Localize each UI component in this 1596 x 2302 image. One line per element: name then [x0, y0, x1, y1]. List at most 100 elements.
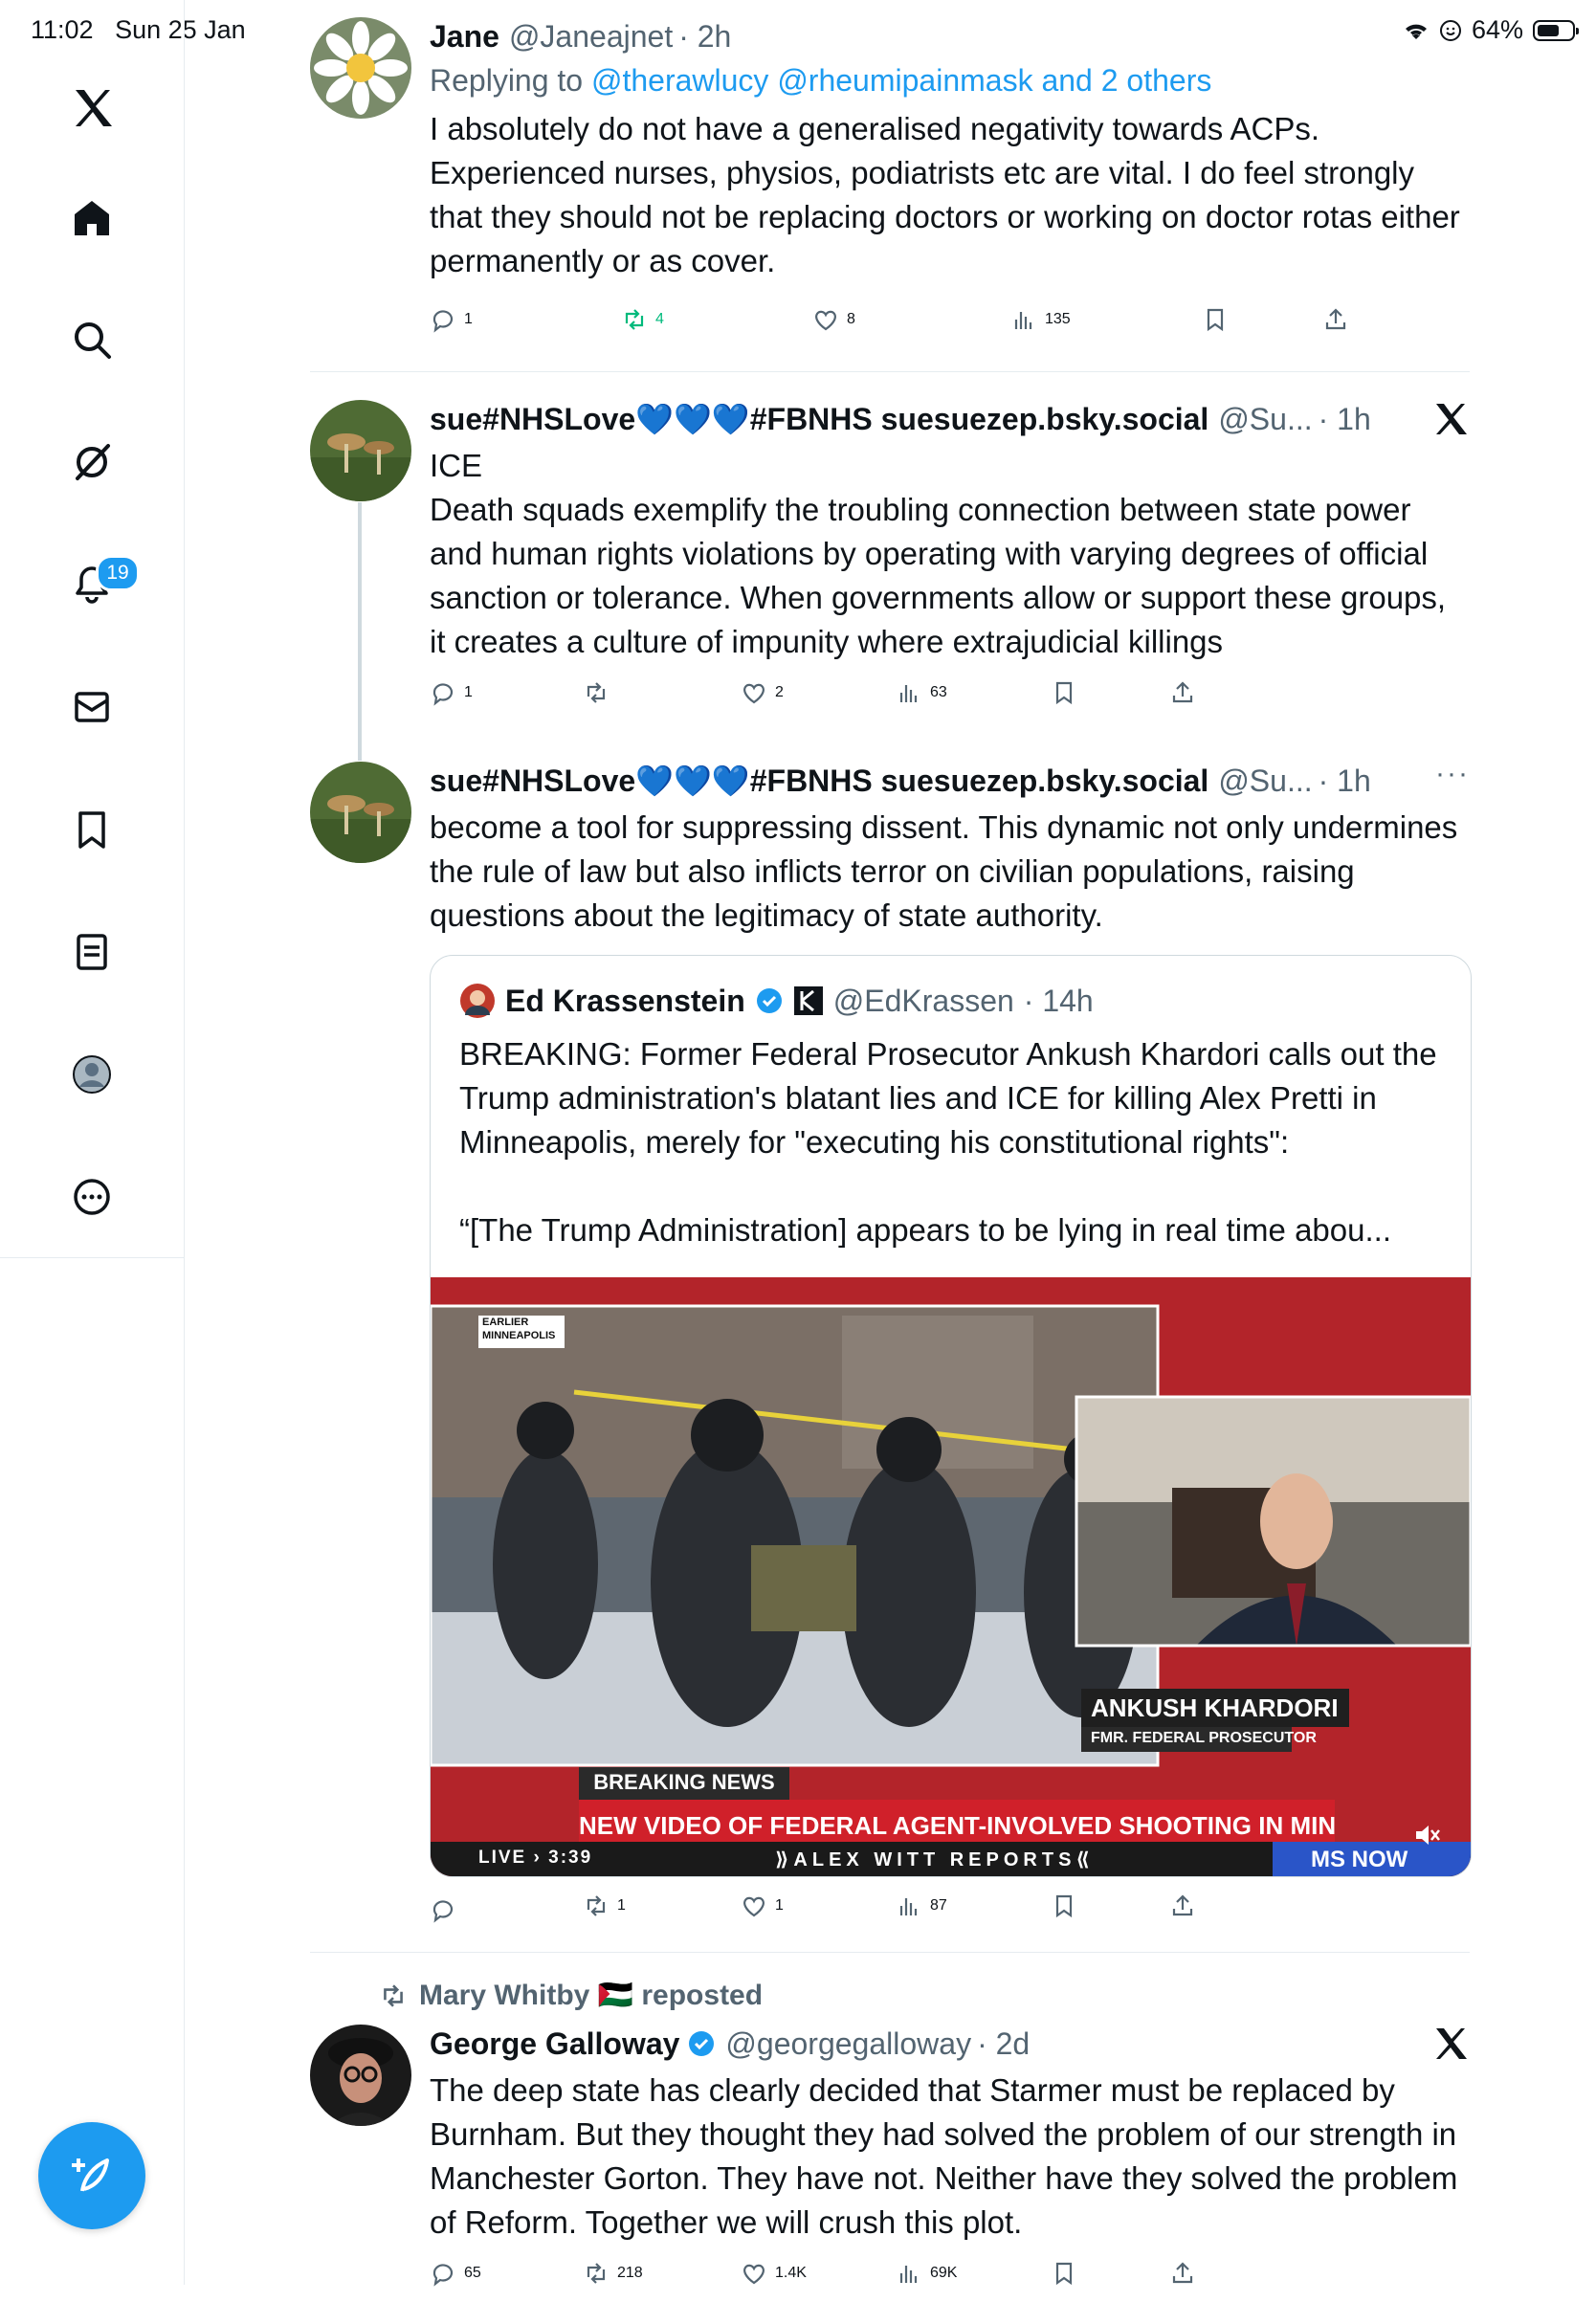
mute-icon[interactable] — [1412, 1821, 1441, 1849]
avatar[interactable] — [310, 2025, 411, 2126]
quoted-author-name[interactable]: Ed Krassenstein — [505, 984, 745, 1019]
more-options-icon[interactable]: ··· — [1435, 758, 1470, 790]
view-count: 69K — [930, 2265, 958, 2281]
tweet-sue-1[interactable]: sue#NHSLove💙💙💙#FBNHS suesuezep.bsky.soci… — [310, 400, 1470, 725]
video-player[interactable]: EARLIER MINNEAPOLIS ANKUSH KHARDORI FMR.… — [431, 1277, 1471, 1876]
share-button[interactable] — [1169, 2260, 1196, 2287]
repost-button[interactable] — [583, 679, 617, 706]
repost-button[interactable]: 218 — [583, 2260, 643, 2287]
avatar[interactable] — [310, 762, 411, 863]
bookmark-button[interactable] — [1051, 2260, 1077, 2287]
author-name[interactable]: Jane — [430, 17, 499, 55]
compose-button[interactable] — [38, 2122, 145, 2229]
tweet-time[interactable]: · 1h — [1319, 762, 1371, 800]
quoted-author-handle[interactable]: @EdKrassen — [833, 984, 1014, 1019]
repost-count: 4 — [655, 311, 664, 327]
tweet-galloway[interactable]: George Galloway @georgegalloway · 2d The… — [310, 2025, 1470, 2302]
tweet-jane[interactable]: Jane @Janeajnet · 2h Replying to @theraw… — [310, 17, 1470, 343]
more-icon[interactable] — [60, 1165, 123, 1228]
like-button[interactable]: 2 — [741, 679, 784, 706]
replying-to: Replying to @therawlucy @rheumipainmask … — [430, 59, 1470, 101]
guest-title: FMR. FEDERAL PROSECUTOR — [1091, 1730, 1317, 1746]
avatar[interactable] — [459, 983, 496, 1019]
battery-fill — [1538, 24, 1559, 36]
avatar[interactable] — [310, 17, 411, 119]
author-handle[interactable]: @georgegalloway — [725, 2025, 971, 2063]
bookmark-icon — [1055, 681, 1073, 705]
share-icon — [1172, 2262, 1193, 2284]
like-count: 1 — [775, 1897, 784, 1914]
reply-icon — [432, 310, 454, 333]
reply-icon — [432, 1900, 454, 1923]
author-name[interactable]: George Galloway — [430, 2025, 679, 2063]
share-icon — [1325, 308, 1346, 330]
tweet-divider — [310, 371, 1470, 372]
share-button[interactable] — [1322, 306, 1349, 333]
tweet-time[interactable]: · 2h — [678, 17, 731, 55]
battery-percent: 64% — [1471, 15, 1523, 44]
views-icon — [899, 1898, 918, 1915]
repost-context[interactable]: Mary Whitby 🇵🇸 reposted — [379, 1979, 763, 2012]
repost-icon — [625, 309, 644, 330]
share-button[interactable] — [1169, 679, 1196, 706]
search-icon[interactable] — [60, 308, 123, 371]
tweet-text: The deep state has clearly decided that … — [430, 2072, 1467, 2240]
reply-count: 1 — [464, 311, 473, 327]
repost-button[interactable]: 4 — [621, 306, 664, 333]
x-logo-icon[interactable] — [1431, 2025, 1470, 2063]
reply-button[interactable] — [430, 1896, 464, 1923]
tweet-time[interactable]: · 1h — [1319, 400, 1371, 438]
tweet-text: ICE Death squads exemplify the troubling… — [430, 448, 1447, 659]
views-button[interactable]: 87 — [896, 1893, 947, 1919]
like-button[interactable]: 8 — [812, 306, 855, 333]
quoted-tweet-text: BREAKING: Former Federal Prosecutor Anku… — [459, 1036, 1437, 1248]
messages-icon[interactable] — [60, 675, 123, 739]
x-logo-icon[interactable] — [1431, 400, 1470, 438]
quoted-tweet[interactable]: Ed Krassenstein @EdKrassen · 14h BREAKIN… — [430, 955, 1472, 1877]
reply-count: 1 — [464, 684, 473, 700]
reposted-by[interactable]: Mary Whitby 🇵🇸 reposted — [419, 1979, 763, 2012]
like-count: 2 — [775, 684, 784, 700]
network-logo: MS NOW — [1311, 1847, 1408, 1872]
replying-to-link[interactable]: @therawlucy @rheumipainmask and 2 others — [591, 63, 1211, 98]
author-name[interactable]: sue#NHSLove💙💙💙#FBNHS suesuezep.bsky.soci… — [430, 762, 1208, 800]
tweet-time[interactable]: · 2d — [977, 2025, 1030, 2063]
like-button[interactable]: 1 — [741, 1893, 784, 1919]
share-button[interactable] — [1169, 1893, 1196, 1919]
reply-button[interactable]: 65 — [430, 2260, 481, 2287]
bookmark-button[interactable] — [1051, 1893, 1077, 1919]
reply-button[interactable]: 1 — [430, 306, 473, 333]
lists-icon[interactable] — [60, 920, 123, 984]
like-button[interactable]: 1.4K — [741, 2260, 807, 2287]
profile-icon[interactable] — [60, 1043, 123, 1106]
quoted-tweet-time[interactable]: · 14h — [1024, 984, 1094, 1019]
author-handle[interactable]: @Su... — [1218, 762, 1312, 800]
bookmark-button[interactable] — [1051, 679, 1077, 706]
sidebar-divider — [0, 1257, 184, 1258]
repost-button[interactable]: 1 — [583, 1893, 626, 1919]
home-icon[interactable] — [60, 187, 123, 250]
bookmark-button[interactable] — [1202, 306, 1229, 333]
author-handle[interactable]: @Su... — [1218, 400, 1312, 438]
guest-name: ANKUSH KHARDORI — [1091, 1693, 1339, 1722]
author-handle[interactable]: @Janeajnet — [509, 17, 673, 55]
bookmarks-icon[interactable] — [60, 798, 123, 861]
avatar[interactable] — [310, 400, 411, 501]
x-logo-icon[interactable] — [60, 77, 123, 140]
views-button[interactable]: 63 — [896, 679, 947, 706]
compose-icon — [72, 2158, 109, 2192]
author-name[interactable]: sue#NHSLove💙💙💙#FBNHS suesuezep.bsky.soci… — [430, 400, 1208, 438]
live-clock: 3:39 — [548, 1848, 593, 1868]
program-label: ALEX WITT REPORTS — [793, 1849, 1076, 1870]
grok-icon[interactable] — [60, 431, 123, 494]
reply-button[interactable]: 1 — [430, 679, 473, 706]
views-icon — [899, 2266, 918, 2283]
views-button[interactable]: 69K — [896, 2260, 957, 2287]
tweet-text: become a tool for suppressing dissent. T… — [430, 809, 1467, 933]
video-location-tag: EARLIER MINNEAPOLIS — [482, 1317, 556, 1341]
views-button[interactable]: 135 — [1010, 306, 1071, 333]
tweet-text: I absolutely do not have a generalised n… — [430, 111, 1469, 278]
program-name: ⟫ALEX WITT REPORTS⟪ — [775, 1849, 1095, 1870]
view-count: 135 — [1045, 311, 1071, 327]
tweet-divider — [310, 1952, 1470, 1953]
